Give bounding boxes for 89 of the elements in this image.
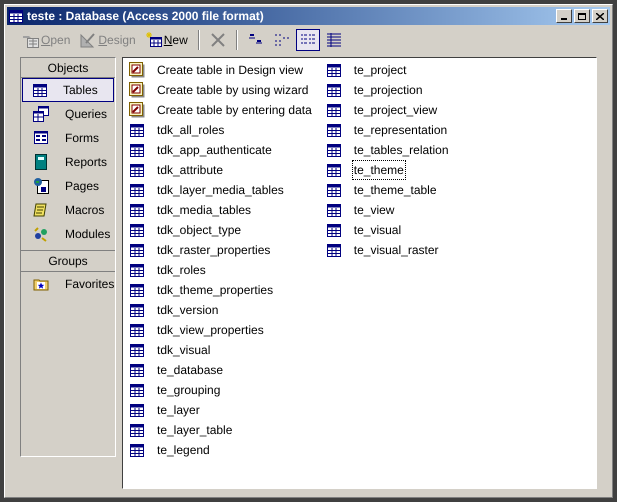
object-list-item[interactable]: te_database [155,360,226,380]
object-list-item[interactable]: te_representation [352,120,450,140]
object-list-item[interactable]: tdk_visual [155,340,212,360]
table-icon [130,384,144,396]
object-list-item[interactable]: Create table in Design view [155,60,306,80]
object-type-item[interactable]: Queries [22,102,114,126]
minimize-button[interactable] [556,9,572,23]
new-button[interactable]: New [142,29,192,51]
pencil-document-icon [129,62,145,78]
object-list-item[interactable]: tdk_version [155,300,220,320]
list-button[interactable] [296,29,320,51]
scroll-icon [33,202,49,218]
object-list-item[interactable]: te_layer_table [155,420,234,440]
object-type-item[interactable]: Macros [22,198,114,222]
object-list-item[interactable]: te_project [352,60,408,80]
pencil-document-icon [129,82,145,98]
pencil-document-icon [129,102,145,118]
table-icon [326,124,341,136]
table-icon [130,164,144,176]
close-icon [210,32,226,48]
table-icon [326,64,341,76]
object-type-item[interactable]: Modules [22,222,114,246]
table-icon [326,164,341,176]
object-type-item[interactable]: Forms [22,126,114,150]
object-list-item[interactable]: tdk_object_type [155,220,244,240]
table-icon [33,84,47,96]
object-list-item[interactable]: Create table by entering data [155,100,314,120]
table-icon [130,304,144,316]
table-icon [130,264,144,276]
table-icon [130,244,144,256]
object-list-item[interactable]: tdk_roles [155,260,208,280]
close-icon [596,12,604,20]
table-icon [130,284,144,296]
maximize-button[interactable] [574,9,590,23]
table-icon [130,424,144,436]
close-button[interactable] [592,9,608,23]
table-icon [326,204,341,216]
object-list-item[interactable]: tdk_attribute [155,160,226,180]
object-list-item[interactable]: te_project_view [352,100,440,120]
table-icon [130,184,144,196]
object-list-item[interactable]: te_projection [352,80,424,100]
table-icon [130,144,144,156]
object-type-item[interactable]: Tables [22,78,114,102]
object-list-item[interactable]: tdk_all_roles [155,120,226,140]
table-icon [326,84,341,96]
object-list-item[interactable]: tdk_app_authenticate [155,140,274,160]
table-icon [326,184,341,196]
form-icon [33,130,49,146]
stacked-tables-icon [33,106,49,122]
details-view-icon [326,32,342,48]
table-icon [326,244,341,256]
object-list-item[interactable]: tdk_layer_media_tables [155,180,286,200]
table-icon [130,224,144,236]
table-icon [326,224,341,236]
object-list-item[interactable]: te_grouping [155,380,222,400]
table-icon [130,404,144,416]
object-list-item[interactable]: te_legend [155,440,212,460]
object-list-item[interactable]: te_theme_table [352,180,439,200]
table-icon [130,204,144,216]
object-list-item[interactable]: te_view [352,200,396,220]
object-list-item[interactable]: te_theme [352,160,406,180]
table-icon [326,144,341,156]
object-list-item[interactable]: tdk_theme_properties [155,280,276,300]
object-list-item[interactable]: te_visual_raster [352,240,440,260]
web-page-icon [33,178,49,194]
table-icon [130,444,144,456]
object-type-item[interactable]: Favorites [22,272,114,296]
report-book-icon [33,154,49,170]
small-icons-view-icon [274,32,290,48]
object-list-item[interactable]: te_layer [155,400,202,420]
maximize-icon [578,12,586,20]
database-icon [9,10,23,22]
table-icon [130,324,144,336]
groups-header[interactable]: Groups [21,251,115,272]
object-list-item[interactable]: te_visual [352,220,404,240]
table-icon [326,104,341,116]
ruler-pencil-icon [80,32,96,48]
new-table-icon [146,32,162,48]
object-list-item[interactable]: tdk_raster_properties [155,240,272,260]
object-list-item[interactable]: Create table by using wizard [155,80,310,100]
object-list-item[interactable]: tdk_media_tables [155,200,254,220]
table-icon [130,344,144,356]
object-list-item[interactable]: tdk_view_properties [155,320,266,340]
table-icon [130,364,144,376]
object-type-item[interactable]: Reports [22,150,114,174]
window-title: teste : Database (Access 2000 file format) [27,8,264,25]
object-list-item[interactable]: te_tables_relation [352,140,451,160]
object-type-item[interactable]: Pages [22,174,114,198]
table-icon [130,124,144,136]
